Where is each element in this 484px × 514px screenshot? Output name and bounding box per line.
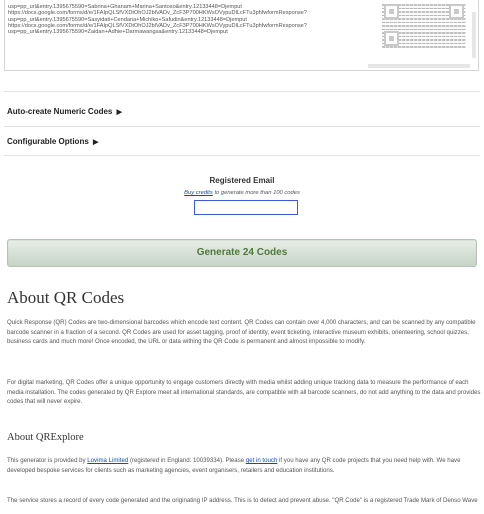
section-label: Configurable Options bbox=[7, 137, 89, 146]
about-qrexplore-heading: About QRExplore bbox=[7, 432, 84, 443]
qr-code-image bbox=[382, 2, 466, 48]
qr-finder-pattern bbox=[384, 4, 399, 19]
auto-create-numeric-codes-toggle[interactable]: Auto-create Numeric Codes ▶ bbox=[7, 107, 122, 116]
about-qrexplore-paragraph: The service stores a record of every cod… bbox=[7, 497, 478, 504]
qr-preview-panel bbox=[366, 0, 479, 71]
lovima-limited-link[interactable]: Lovima Limited bbox=[87, 457, 128, 464]
expand-arrow-icon: ▶ bbox=[116, 109, 122, 116]
text: (registered in England: 10039334). Pleas… bbox=[128, 457, 246, 464]
section-label: Auto-create Numeric Codes bbox=[7, 107, 113, 116]
about-qr-paragraph: For digital marketing, QR Codes offer a … bbox=[7, 379, 481, 406]
url-line: usp=pp_url&entry.1395675590=Zaidan+Adhie… bbox=[8, 29, 228, 36]
expand-arrow-icon: ▶ bbox=[93, 139, 99, 146]
divider bbox=[4, 91, 480, 92]
buy-credits-note: Buy credits to generate more than 100 co… bbox=[0, 190, 484, 196]
qr-finder-pattern bbox=[384, 31, 399, 46]
configurable-options-toggle[interactable]: Configurable Options ▶ bbox=[7, 137, 98, 146]
text: This generator is provided by bbox=[7, 457, 88, 464]
qr-finder-pattern bbox=[449, 4, 464, 19]
divider bbox=[4, 126, 480, 127]
generate-codes-button[interactable]: Generate 24 Codes bbox=[7, 239, 477, 267]
about-qr-paragraph: Quick Response (QR) Codes are two-dimens… bbox=[7, 319, 476, 346]
registered-email-input[interactable] bbox=[194, 200, 298, 215]
horizontal-scrollbar[interactable] bbox=[368, 64, 470, 68]
registered-email-label: Registered Email bbox=[209, 176, 275, 185]
about-qr-heading: About QR Codes bbox=[7, 288, 125, 307]
about-qrexplore-paragraph: This generator is provided by Lovima Lim… bbox=[7, 456, 481, 475]
buy-credits-text: to generate more than 100 codes bbox=[212, 190, 300, 196]
url-list-textarea[interactable]: usp=pp_url&entry.1395675590=Sabrina+Ghan… bbox=[4, 0, 368, 71]
buy-credits-link[interactable]: Buy credits bbox=[184, 190, 213, 196]
get-in-touch-link[interactable]: get in touch bbox=[246, 457, 278, 464]
divider bbox=[4, 155, 480, 156]
vertical-scrollbar[interactable] bbox=[472, 12, 476, 58]
